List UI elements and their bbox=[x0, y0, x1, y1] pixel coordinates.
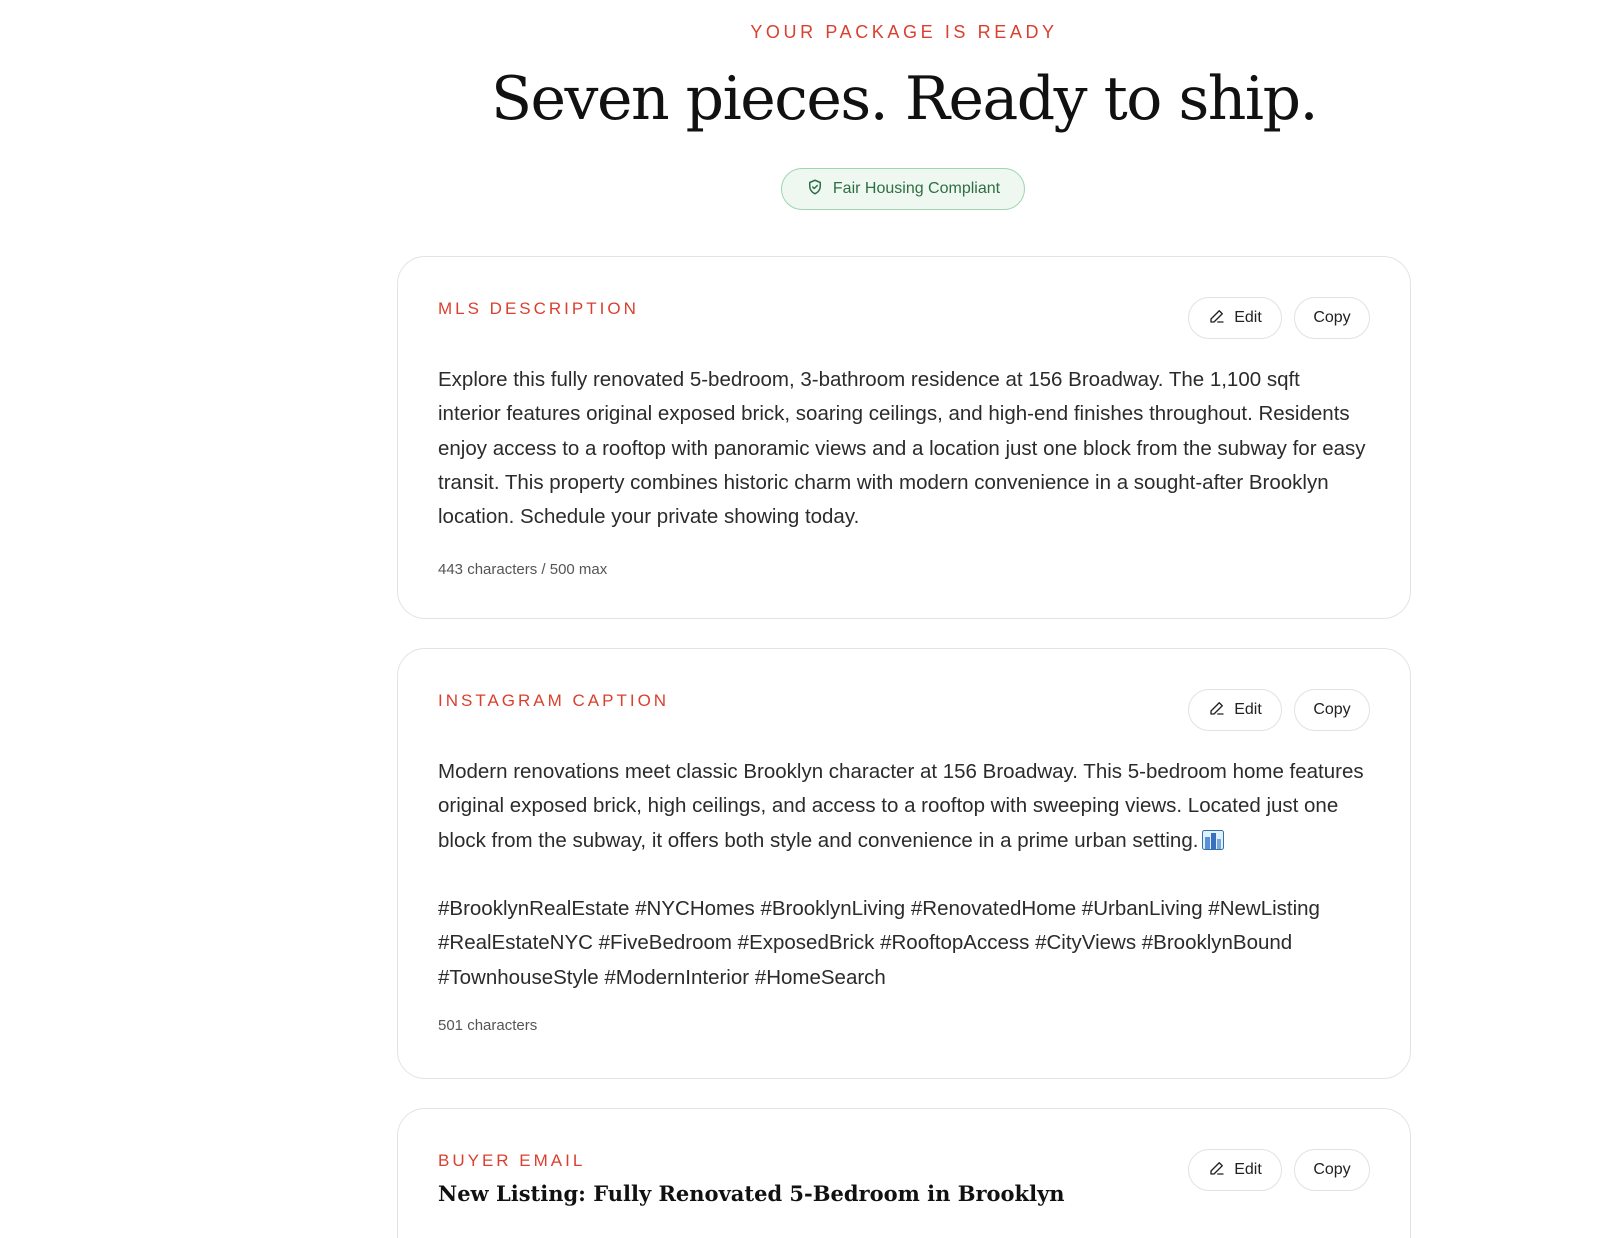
mls-description-card: MLS DESCRIPTION Edit Copy Explore this f… bbox=[397, 256, 1411, 619]
package-ready-page: YOUR PACKAGE IS READY Seven pieces. Read… bbox=[0, 0, 1600, 1238]
badge-label: Fair Housing Compliant bbox=[832, 180, 1001, 197]
email-subject: New Listing: Fully Renovated 5-Bedroom i… bbox=[438, 1181, 1065, 1206]
pencil-icon bbox=[1208, 1159, 1226, 1182]
edit-button[interactable]: Edit bbox=[1188, 297, 1282, 339]
card-body-text: Modern renovations meet classic Brooklyn… bbox=[438, 755, 1368, 858]
hashtags-text: #BrooklynRealEstate #NYCHomes #BrooklynL… bbox=[438, 897, 1320, 989]
character-count: 443 characters / 500 max bbox=[438, 561, 608, 578]
fair-housing-badge: Fair Housing Compliant bbox=[781, 168, 1025, 210]
card-body-text: Explore this fully renovated 5-bedroom, … bbox=[438, 368, 1366, 529]
page-title: Seven pieces. Ready to ship. bbox=[490, 64, 1319, 134]
caption-text: Modern renovations meet classic Brooklyn… bbox=[438, 760, 1364, 852]
edit-button-label: Edit bbox=[1234, 309, 1262, 326]
card-actions: Edit Copy bbox=[1188, 689, 1370, 731]
shield-check-icon bbox=[806, 178, 824, 201]
card-actions: Edit Copy bbox=[1188, 297, 1370, 339]
edit-button[interactable]: Edit bbox=[1188, 689, 1282, 731]
copy-button[interactable]: Copy bbox=[1294, 297, 1370, 339]
copy-button[interactable]: Copy bbox=[1294, 689, 1370, 731]
card-label: INSTAGRAM CAPTION bbox=[438, 691, 670, 710]
edit-button-label: Edit bbox=[1234, 701, 1262, 718]
character-count: 501 characters bbox=[438, 1017, 538, 1034]
card-label: MLS DESCRIPTION bbox=[438, 299, 639, 318]
instagram-caption-card: INSTAGRAM CAPTION Edit Copy Modern renov… bbox=[397, 648, 1411, 1079]
pencil-icon bbox=[1208, 307, 1226, 330]
copy-button[interactable]: Copy bbox=[1294, 1149, 1370, 1191]
card-actions: Edit Copy bbox=[1188, 1149, 1370, 1191]
pencil-icon bbox=[1208, 699, 1226, 722]
edit-button-label: Edit bbox=[1234, 1161, 1262, 1178]
buyer-email-card: BUYER EMAIL Edit Copy New Listing: Fully… bbox=[397, 1108, 1411, 1238]
page-eyebrow: YOUR PACKAGE IS READY bbox=[750, 22, 1058, 42]
copy-button-label: Copy bbox=[1313, 701, 1351, 718]
card-label: BUYER EMAIL bbox=[438, 1151, 586, 1170]
edit-button[interactable]: Edit bbox=[1188, 1149, 1282, 1191]
cityscape-emoji-icon bbox=[1202, 827, 1225, 850]
copy-button-label: Copy bbox=[1313, 1161, 1351, 1178]
copy-button-label: Copy bbox=[1313, 309, 1351, 326]
